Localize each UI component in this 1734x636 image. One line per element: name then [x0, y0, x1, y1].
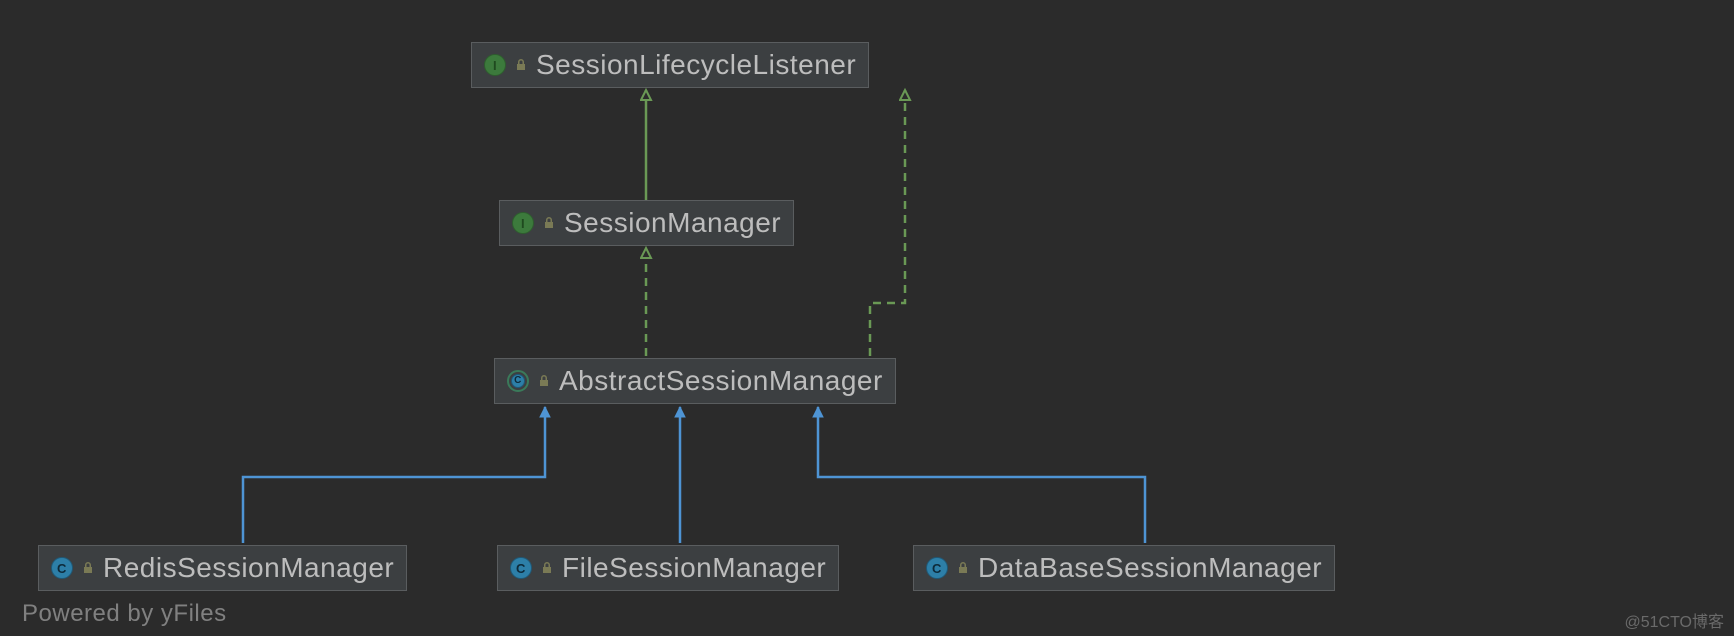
lock-icon	[537, 374, 551, 388]
node-file-session-manager[interactable]: C FileSessionManager	[497, 545, 839, 591]
node-label: RedisSessionManager	[103, 552, 394, 584]
node-abstract-session-manager[interactable]: C AbstractSessionManager	[494, 358, 896, 404]
interface-icon: I	[484, 54, 506, 76]
lock-icon	[956, 561, 970, 575]
edges-layer	[0, 0, 1734, 636]
interface-icon: I	[512, 212, 534, 234]
edge-asm-to-sll	[870, 90, 905, 356]
lock-icon	[81, 561, 95, 575]
lock-icon	[542, 216, 556, 230]
edge-redis-to-asm	[243, 407, 545, 543]
node-session-manager[interactable]: I SessionManager	[499, 200, 794, 246]
footer-watermark: @51CTO博客	[1624, 608, 1724, 632]
node-label: SessionLifecycleListener	[536, 49, 856, 81]
diagram-canvas: I SessionLifecycleListener I SessionMana…	[0, 0, 1734, 636]
node-database-session-manager[interactable]: C DataBaseSessionManager	[913, 545, 1335, 591]
node-label: DataBaseSessionManager	[978, 552, 1322, 584]
node-label: FileSessionManager	[562, 552, 826, 584]
node-redis-session-manager[interactable]: C RedisSessionManager	[38, 545, 407, 591]
class-icon: C	[510, 557, 532, 579]
class-icon: C	[51, 557, 73, 579]
footer-powered-by: Powered by yFiles	[22, 600, 227, 628]
lock-icon	[514, 58, 528, 72]
edge-db-to-asm	[818, 407, 1145, 543]
abstract-class-icon: C	[507, 370, 529, 392]
node-session-lifecycle-listener[interactable]: I SessionLifecycleListener	[471, 42, 869, 88]
node-label: SessionManager	[564, 207, 781, 239]
node-label: AbstractSessionManager	[559, 365, 883, 397]
lock-icon	[540, 561, 554, 575]
class-icon: C	[926, 557, 948, 579]
